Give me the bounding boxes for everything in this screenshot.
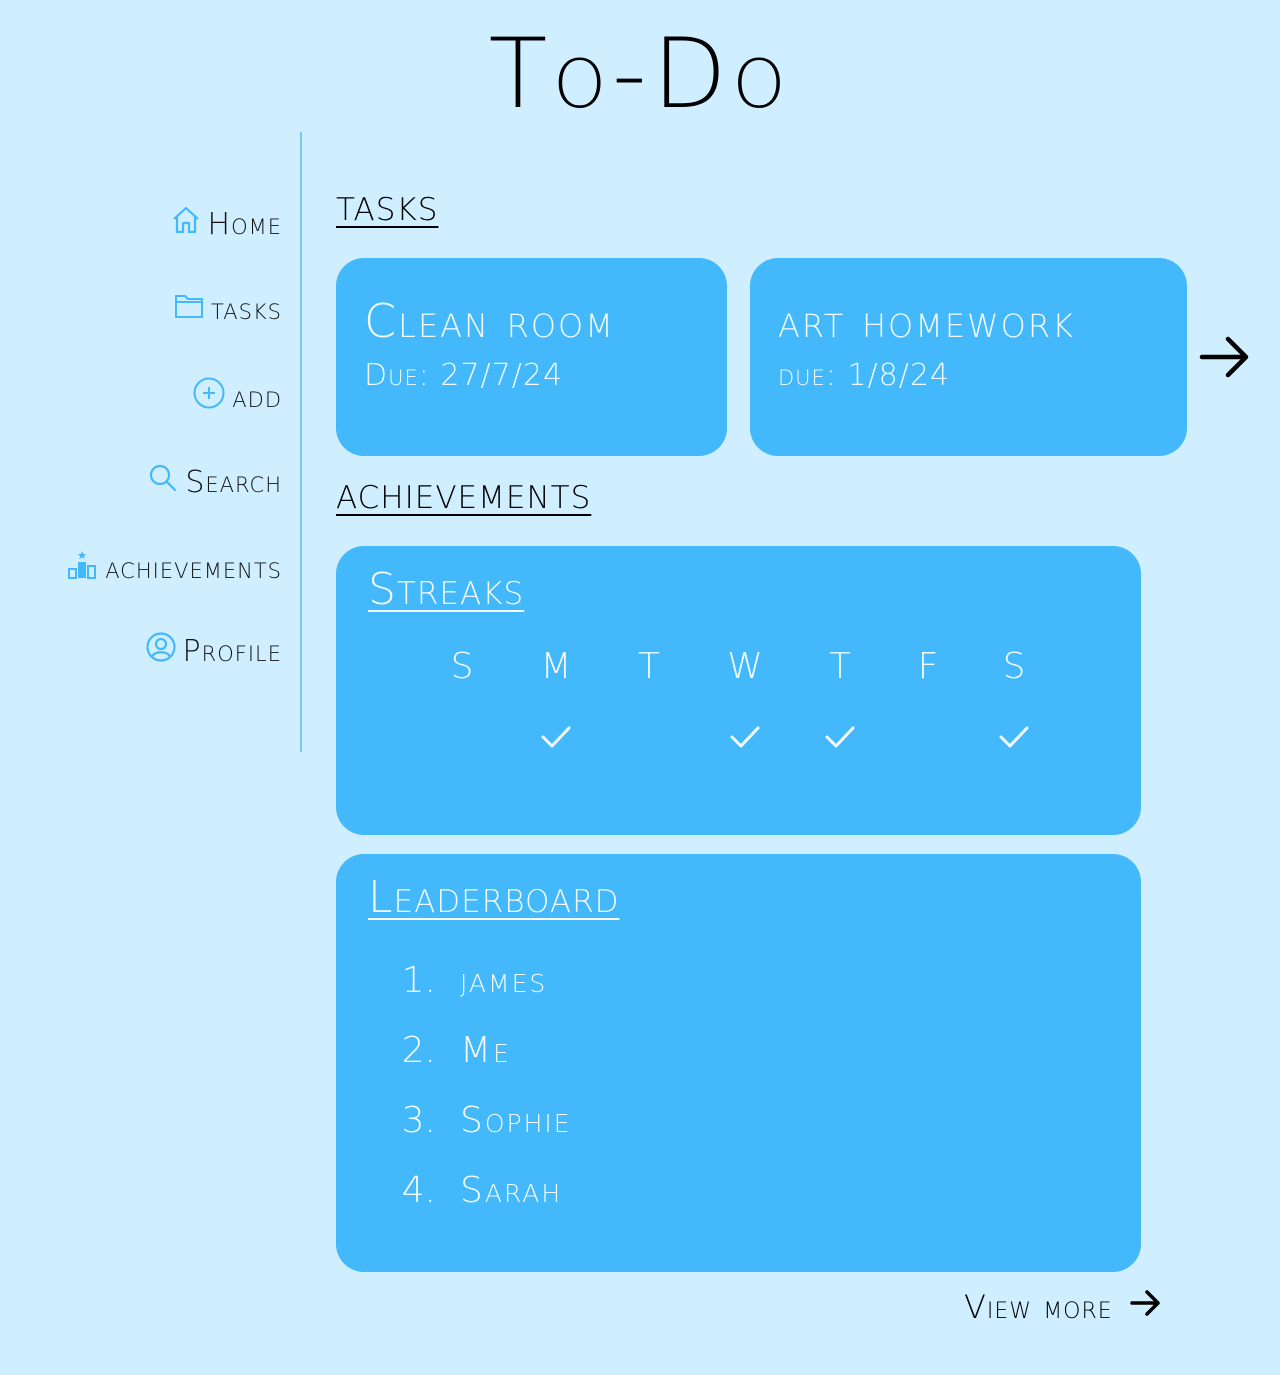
sidebar-item-achievements[interactable]: achievements	[67, 548, 282, 588]
plus-circle-icon	[192, 376, 226, 418]
rank-number: 1.	[401, 960, 436, 1001]
day-label: T	[638, 646, 660, 687]
streaks-card: Streaks S M T W T F S	[336, 546, 1141, 835]
sidebar-item-add[interactable]: add	[192, 376, 282, 418]
sidebar-item-search[interactable]: Search	[147, 462, 282, 502]
day-label: S	[450, 646, 474, 687]
search-icon	[147, 462, 179, 502]
leaderboard-name: Me	[460, 1030, 511, 1071]
sidebar: Home tasks add Search achievements Profi…	[0, 132, 302, 752]
leaderboard-name: james	[460, 960, 548, 1001]
home-icon	[170, 204, 202, 244]
leaderboard-card: Leaderboard 1. james 2. Me 3. Sophie 4. …	[336, 854, 1141, 1272]
rank-number: 2.	[401, 1030, 436, 1071]
day-label: M	[540, 646, 572, 687]
tasks-heading: tasks	[336, 180, 439, 231]
task-due-date: Due: 27/7/24	[364, 358, 564, 393]
folder-icon	[173, 290, 205, 328]
arrow-right-icon	[1129, 1288, 1163, 1326]
sidebar-item-label: achievements	[105, 550, 282, 586]
sidebar-item-profile[interactable]: Profile	[145, 631, 282, 671]
streaks-heading: Streaks	[368, 564, 525, 615]
check-icon	[539, 724, 573, 754]
sidebar-item-label: Home	[207, 206, 282, 242]
day-label: T	[829, 646, 851, 687]
user-circle-icon	[145, 631, 177, 671]
task-due-date: due: 1/8/24	[778, 358, 951, 393]
sidebar-item-label: Search	[185, 464, 282, 500]
check-icon	[728, 724, 762, 754]
task-card[interactable]: Clean room Due: 27/7/24	[336, 258, 727, 456]
sidebar-item-label: tasks	[211, 291, 282, 327]
day-label: S	[1002, 646, 1026, 687]
day-label: F	[917, 646, 939, 687]
leaderboard-heading: Leaderboard	[368, 872, 620, 923]
leaderboard-name: Sophie	[460, 1100, 572, 1141]
rank-number: 4.	[401, 1170, 436, 1211]
rank-number: 3.	[401, 1100, 436, 1141]
task-card[interactable]: art homework due: 1/8/24	[750, 258, 1187, 456]
page-title: To-Do	[488, 18, 792, 130]
sidebar-item-tasks[interactable]: tasks	[173, 290, 282, 328]
sidebar-item-label: add	[232, 379, 282, 415]
view-more-label: View more	[964, 1288, 1113, 1326]
arrow-right-icon[interactable]	[1198, 332, 1252, 386]
leaderboard-name: Sarah	[460, 1170, 563, 1211]
sidebar-item-home[interactable]: Home	[170, 204, 282, 244]
task-title: Clean room	[364, 294, 615, 348]
task-title: art homework	[778, 294, 1076, 348]
check-icon	[823, 724, 857, 754]
check-icon	[997, 724, 1031, 754]
day-label: W	[727, 646, 763, 687]
achievements-heading: achievements	[336, 468, 592, 519]
view-more-link[interactable]: View more	[964, 1288, 1163, 1326]
podium-icon	[67, 548, 99, 588]
sidebar-item-label: Profile	[182, 633, 282, 669]
